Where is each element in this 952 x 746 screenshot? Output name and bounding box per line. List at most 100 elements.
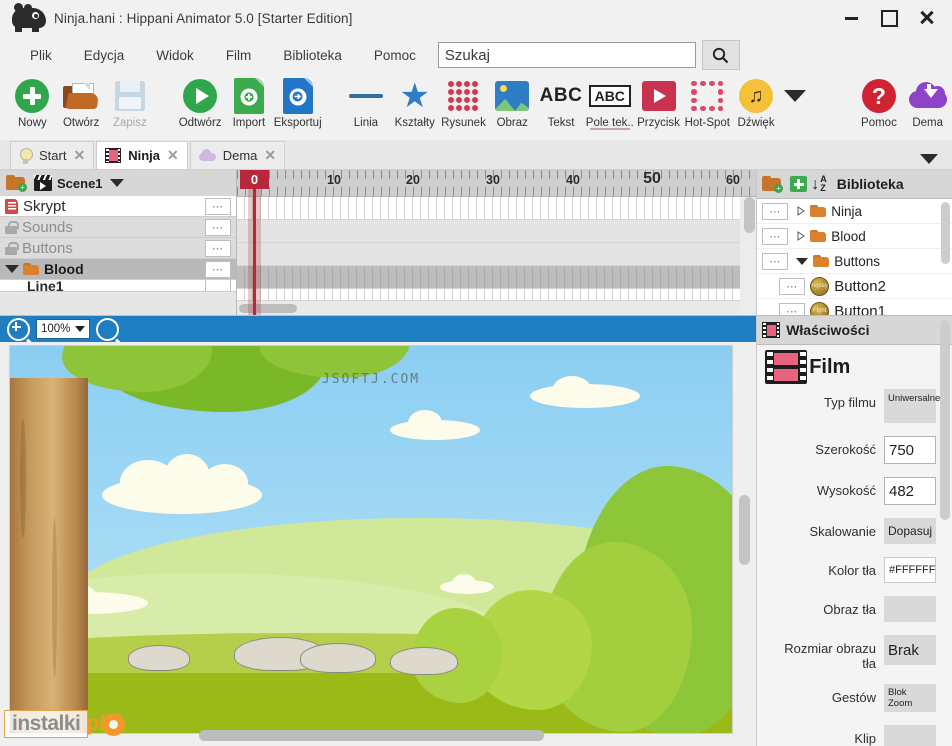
tab-close-icon[interactable]: ✕	[264, 147, 276, 164]
layer-menu-button[interactable]: ⋯	[205, 219, 231, 236]
layer-row-sounds[interactable]: Sounds ⋯	[0, 217, 236, 238]
layer-row-line1[interactable]: Line1	[0, 280, 236, 292]
ribbon-import-button[interactable]: Import	[225, 74, 274, 129]
ribbon-export-button[interactable]: Eksportuj	[273, 74, 322, 129]
properties-rows: Typ filmu Uniwersalne Szerokość 750 Wyso…	[757, 389, 952, 746]
library-row-buttons[interactable]: ⋯ Buttons	[757, 249, 952, 274]
property-value-skalowanie[interactable]: Dopasuj	[884, 518, 936, 544]
property-value-gestow[interactable]: Blok Zoom	[884, 684, 936, 712]
layer-row-buttons[interactable]: Buttons ⋯	[0, 238, 236, 259]
menu-item-pomoc[interactable]: Pomoc	[358, 44, 432, 67]
property-value-klip[interactable]	[884, 725, 936, 746]
stage-vertical-scrollbar[interactable]	[739, 345, 750, 724]
expand-triangle-icon[interactable]	[797, 206, 804, 216]
tab-dema[interactable]: Dema ✕	[190, 141, 285, 169]
ribbon-open-button[interactable]: Otwórz	[57, 74, 106, 129]
library-row-ninja[interactable]: ⋯ Ninja	[757, 199, 952, 224]
ribbon-shapes-button[interactable]: ★ Kształty	[390, 74, 439, 129]
add-folder-icon[interactable]: +	[762, 176, 782, 192]
ribbon-play-button[interactable]: Odtwórz	[176, 74, 225, 129]
menu-item-widok[interactable]: Widok	[140, 44, 210, 67]
menu-item-plik[interactable]: Plik	[14, 44, 68, 67]
text-abc-icon: ABC	[540, 85, 583, 107]
library-menu-button[interactable]: ⋯	[762, 228, 788, 245]
frame-strip-skrypt[interactable]	[237, 197, 756, 220]
property-value-szerokosc[interactable]: 750	[884, 436, 936, 464]
expand-triangle-icon[interactable]	[797, 231, 804, 241]
property-value-typ-filmu[interactable]: Uniwersalne	[884, 389, 936, 423]
timeline-ruler[interactable]: 10 20 30 40 50 60	[237, 170, 756, 197]
ribbon-line-button[interactable]: Linia	[342, 74, 391, 129]
search-input[interactable]	[438, 42, 696, 68]
tab-close-icon[interactable]: ✕	[73, 147, 85, 164]
ribbon-new-button[interactable]: Nowy	[8, 74, 57, 129]
library-menu-button[interactable]: ⋯	[779, 303, 805, 316]
library-scrollbar[interactable]	[941, 202, 950, 312]
library-row-button2[interactable]: ⋯ replay Button2	[757, 274, 952, 299]
layer-row-skrypt[interactable]: Skrypt ⋯	[0, 196, 236, 217]
ribbon-overflow-button[interactable]	[780, 74, 809, 116]
ribbon-demos-button[interactable]: Dema	[903, 74, 952, 129]
properties-scrollbar[interactable]	[940, 320, 950, 696]
search-button[interactable]	[702, 40, 740, 70]
ribbon-sound-button[interactable]: ♫ Dźwięk	[732, 74, 781, 129]
ribbon-text-button[interactable]: ABC Tekst	[537, 74, 586, 129]
layer-row-blood[interactable]: Blood ⋯	[0, 259, 236, 280]
menu-item-film[interactable]: Film	[210, 44, 268, 67]
library-menu-button[interactable]: ⋯	[762, 253, 788, 270]
layer-menu-button[interactable]	[205, 280, 231, 292]
layer-menu-button[interactable]: ⋯	[205, 198, 231, 215]
ribbon-textbox-button[interactable]: ABC Pole tek..	[585, 74, 634, 130]
image-icon	[495, 81, 529, 111]
scene-dropdown-icon[interactable]	[110, 179, 124, 187]
library-row-blood[interactable]: ⋯ Blood	[757, 224, 952, 249]
timeline-vertical-scrollbar[interactable]	[744, 197, 755, 275]
library-menu-button[interactable]: ⋯	[762, 203, 788, 220]
property-value-wysokosc[interactable]: 482	[884, 477, 936, 505]
frame-strip-sounds[interactable]	[237, 220, 756, 243]
tab-start[interactable]: Start ✕	[10, 141, 94, 169]
frame-strip-buttons[interactable]	[237, 243, 756, 266]
collapse-triangle-icon[interactable]	[796, 258, 808, 265]
minimize-button[interactable]	[832, 3, 870, 33]
ribbon-drawing-button[interactable]: Rysunek	[439, 74, 488, 129]
timeline-frames[interactable]: 10 20 30 40 50 60 0	[237, 170, 756, 315]
playhead[interactable]: 0	[253, 170, 256, 315]
add-item-icon[interactable]	[790, 176, 807, 192]
add-folder-icon[interactable]: +	[6, 175, 26, 191]
ribbon-save-button[interactable]: Zapisz	[106, 74, 155, 129]
chevron-down-icon[interactable]	[920, 154, 938, 164]
property-value-rozmiar-obrazu-tla[interactable]: Brak	[884, 635, 936, 665]
menu-item-biblioteka[interactable]: Biblioteka	[267, 44, 358, 67]
tab-label: Start	[39, 148, 66, 163]
zoom-level-select[interactable]: 100%	[36, 319, 90, 339]
tab-ninja[interactable]: Ninja ✕	[96, 141, 188, 169]
frame-strip-blood[interactable]	[237, 266, 756, 289]
maximize-button[interactable]	[870, 3, 908, 33]
library-list[interactable]: ⋯ Ninja ⋯ Blood	[757, 199, 952, 315]
stage-area[interactable]: JSOFTJ.COM	[0, 342, 756, 746]
layer-menu-button[interactable]: ⋯	[205, 240, 231, 257]
library-row-button1[interactable]: ⋯ Fight Button1	[757, 299, 952, 315]
search-container	[438, 40, 740, 70]
lightbulb-icon	[19, 148, 32, 164]
zoom-in-icon[interactable]	[7, 318, 30, 341]
ribbon-image-button[interactable]: Obraz	[488, 74, 537, 129]
property-row-szerokosc: Szerokość 750	[757, 436, 940, 464]
ribbon-help-button[interactable]: ? Pomoc	[855, 74, 904, 129]
property-label: Wysokość	[817, 477, 876, 498]
expand-triangle-icon[interactable]	[5, 265, 19, 273]
layer-menu-button[interactable]: ⋯	[205, 261, 231, 278]
canvas[interactable]: JSOFTJ.COM	[9, 345, 733, 734]
tab-close-icon[interactable]: ✕	[167, 147, 179, 164]
property-value-kolor-tla[interactable]: #FFFFFF	[884, 557, 936, 583]
library-menu-button[interactable]: ⋯	[779, 278, 805, 295]
property-value-obraz-tla[interactable]	[884, 596, 936, 622]
sort-az-icon[interactable]: ↓AZ	[811, 175, 827, 193]
close-button[interactable]	[908, 3, 946, 33]
frame-strip-line1[interactable]	[237, 289, 756, 301]
menu-item-edycja[interactable]: Edycja	[68, 44, 141, 67]
zoom-out-icon[interactable]	[96, 318, 119, 341]
ribbon-hotspot-button[interactable]: Hot-Spot	[683, 74, 732, 129]
ribbon-button-button[interactable]: Przycisk	[634, 74, 683, 129]
